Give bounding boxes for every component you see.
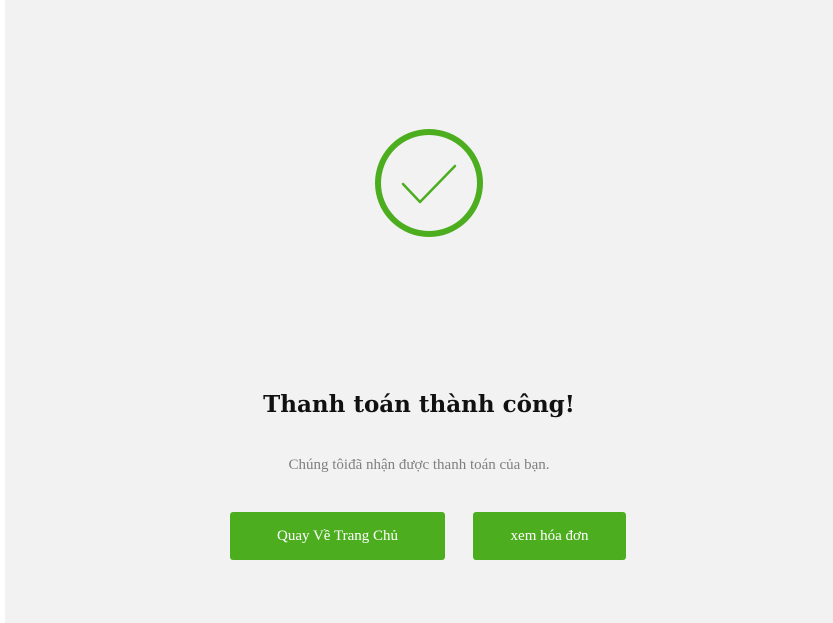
payment-success-panel: Thanh toán thành công! Chúng tôiđã nhận … [5, 0, 833, 623]
status-message: Chúng tôiđã nhận được thanh toán của bạn… [288, 457, 550, 473]
page-title: Thanh toán thành công! [263, 391, 575, 418]
view-invoice-button[interactable]: xem hóa đơn [473, 512, 626, 560]
home-button[interactable]: Quay Về Trang Chủ [230, 512, 445, 560]
check-circle-icon [375, 129, 483, 237]
